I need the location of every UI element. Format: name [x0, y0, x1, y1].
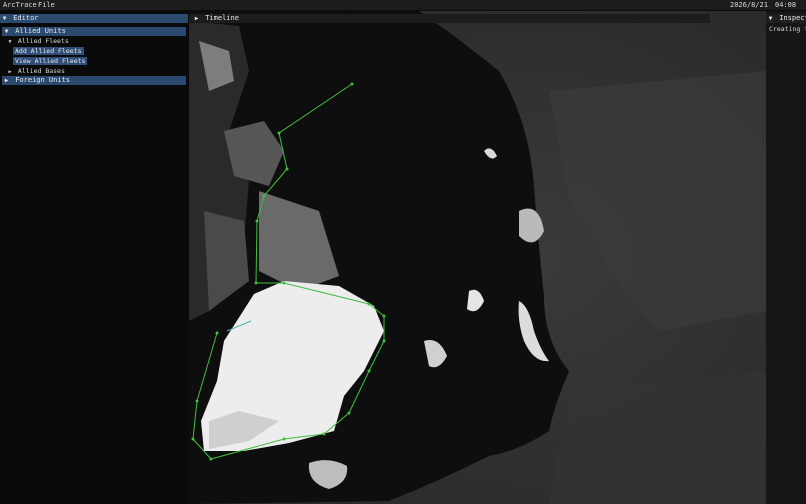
waypoint[interactable]: [215, 331, 219, 335]
time-display: 04:08: [775, 1, 797, 9]
allied-units-label: Allied Units: [15, 27, 66, 35]
app-title: ArcTrace: [3, 1, 37, 9]
add-allied-fleets-button[interactable]: Add Allied Fleets: [13, 47, 84, 55]
timeline-header[interactable]: ▶ Timeline: [192, 14, 239, 23]
menu-bar: ArcTrace File 2026/8/21 04:08: [0, 0, 806, 10]
waypoint[interactable]: [367, 302, 371, 306]
chevron-down-icon: ▼: [8, 39, 12, 45]
view-allied-fleets-button[interactable]: View Allied Fleets: [13, 57, 88, 65]
foreign-units-header[interactable]: ▶ Foreign Units: [2, 76, 186, 85]
waypoint[interactable]: [282, 281, 286, 285]
tree-item-allied-bases[interactable]: ▶ Allied Bases: [6, 67, 65, 76]
inspector-title: Inspector: [779, 14, 806, 22]
inspector-header[interactable]: ▼ Inspector: [766, 14, 806, 23]
allied-fleets-label: Allied Fleets: [17, 37, 69, 45]
waypoint[interactable]: [262, 194, 266, 198]
arctic-map[interactable]: [189, 11, 766, 504]
file-menu[interactable]: File: [38, 1, 55, 9]
chevron-down-icon: ▼: [4, 28, 9, 35]
tree-item-allied-fleets[interactable]: ▼ Allied Fleets: [6, 37, 69, 46]
chevron-down-icon: ▼: [2, 15, 7, 22]
waypoint[interactable]: [322, 432, 326, 436]
waypoint[interactable]: [367, 369, 371, 373]
editor-title: Editor: [13, 14, 39, 22]
waypoint[interactable]: [209, 457, 213, 461]
waypoint[interactable]: [282, 437, 286, 441]
waypoint[interactable]: [350, 82, 354, 86]
waypoint[interactable]: [191, 437, 195, 441]
editor-header[interactable]: ▼ Editor: [0, 14, 188, 23]
foreign-units-label: Foreign Units: [15, 76, 71, 84]
waypoint[interactable]: [254, 281, 258, 285]
chevron-right-icon: ▶: [194, 15, 199, 22]
waypoint[interactable]: [277, 131, 281, 135]
waypoint[interactable]: [255, 219, 259, 223]
chevron-right-icon: ▶: [4, 77, 9, 84]
editor-panel: ▼ Editor ▼ Allied Units ▼ Allied Fleets …: [0, 11, 188, 504]
waypoint[interactable]: [347, 411, 351, 415]
waypoint[interactable]: [195, 399, 199, 403]
chevron-down-icon: ▼: [768, 15, 773, 22]
timeline-panel[interactable]: ▶ Timeline: [189, 14, 710, 23]
waypoint[interactable]: [382, 339, 386, 343]
allied-bases-label: Allied Bases: [17, 67, 65, 75]
inspector-panel: ▼ Inspector Creating fl: [766, 11, 806, 504]
inspector-status: Creating fl: [769, 25, 806, 33]
allied-units-header[interactable]: ▼ Allied Units: [2, 27, 186, 36]
map-viewport[interactable]: [189, 11, 766, 504]
waypoint[interactable]: [285, 167, 289, 171]
date-display: 2026/8/21: [730, 1, 768, 9]
timeline-title: Timeline: [205, 14, 239, 22]
waypoint[interactable]: [382, 314, 386, 318]
